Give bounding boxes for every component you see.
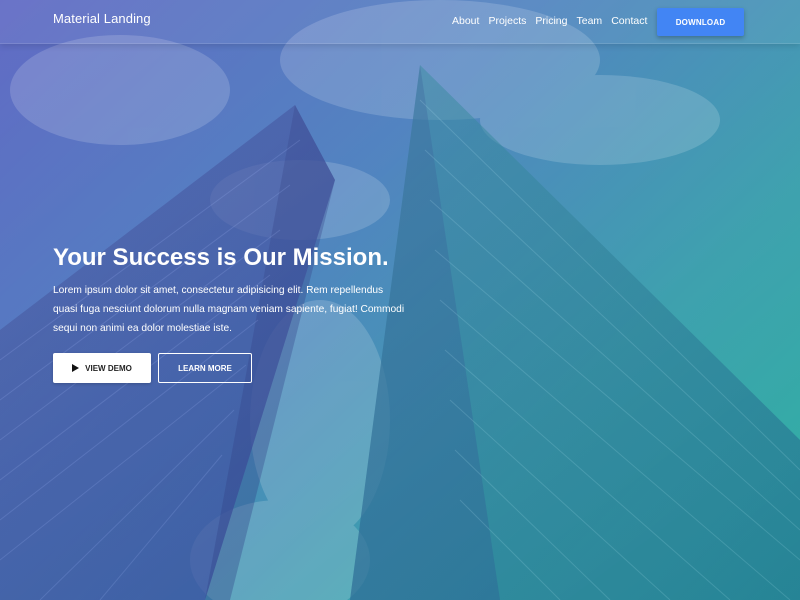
nav-links: About Projects Pricing Team Contact (452, 15, 656, 27)
nav-link-pricing[interactable]: Pricing (535, 15, 567, 27)
learn-more-button[interactable]: LEARN MORE (158, 353, 252, 383)
hero-description: Lorem ipsum dolor sit amet, consectetur … (53, 285, 405, 334)
nav-link-team[interactable]: Team (577, 15, 603, 27)
view-demo-label: VIEW DEMO (85, 363, 132, 373)
top-navbar: Material Landing About Projects Pricing … (0, 0, 800, 44)
view-demo-button[interactable]: VIEW DEMO (53, 353, 151, 383)
hero-section: Material Landing About Projects Pricing … (0, 0, 800, 600)
play-icon (72, 364, 80, 372)
nav-link-contact[interactable]: Contact (611, 15, 647, 27)
brand-logo[interactable]: Material Landing (53, 11, 151, 26)
nav-link-about[interactable]: About (452, 15, 479, 27)
hero-headline: Your Success is Our Mission. (53, 244, 389, 271)
download-button[interactable]: DOWNLOAD (657, 8, 744, 36)
nav-link-projects[interactable]: Projects (488, 15, 526, 27)
